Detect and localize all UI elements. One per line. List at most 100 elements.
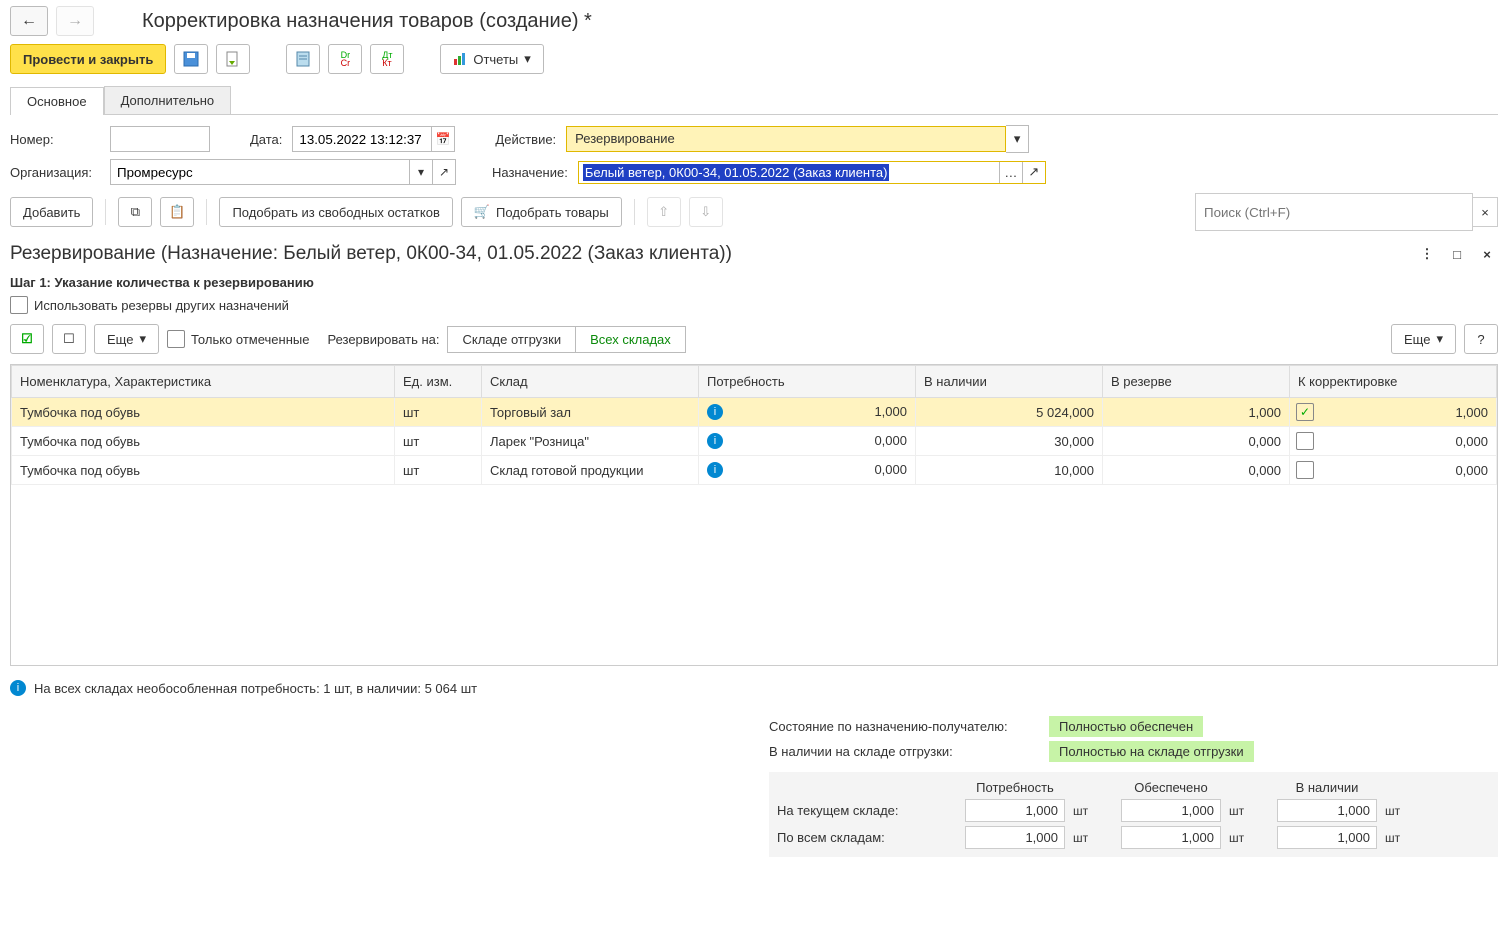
use-other-reserves-checkbox[interactable] — [10, 296, 28, 314]
col-correct[interactable]: К корректировке — [1290, 366, 1497, 398]
table-row[interactable]: Тумбочка под обувьштСклад готовой продук… — [12, 456, 1497, 485]
chevron-down-icon: ▾ — [524, 51, 531, 67]
dr-cr-button[interactable]: DrCr — [328, 44, 362, 74]
col-reserve[interactable]: В резерве — [1103, 366, 1290, 398]
calendar-icon[interactable]: 📅 — [432, 126, 455, 152]
add-button[interactable]: Добавить — [10, 197, 93, 227]
action-label: Действие: — [495, 132, 556, 147]
tab-extra[interactable]: Дополнительно — [104, 86, 232, 114]
dialog-maximize-icon[interactable]: □ — [1446, 243, 1468, 265]
info-icon[interactable]: i — [707, 404, 723, 420]
pick-free-button[interactable]: Подобрать из свободных остатков — [219, 197, 452, 227]
save-button[interactable] — [174, 44, 208, 74]
seg-all-warehouses[interactable]: Всех складах — [575, 326, 686, 353]
table-row[interactable]: Тумбочка под обувьштЛарек "Розница"i0,00… — [12, 427, 1497, 456]
move-down-button[interactable]: ⇩ — [689, 197, 723, 227]
dt-kt-button[interactable]: ДтКт — [370, 44, 404, 74]
date-input[interactable] — [292, 126, 432, 152]
reports-dropdown[interactable]: Отчеты ▾ — [440, 44, 543, 74]
more-button-2[interactable]: Еще ▾ — [1391, 324, 1456, 354]
check-all-icon: ☑ — [21, 331, 33, 347]
chevron-down-icon: ▾ — [139, 331, 146, 347]
move-up-button[interactable]: ⇧ — [647, 197, 681, 227]
cell-nomen: Тумбочка под обувь — [12, 456, 395, 485]
uncheck-all-icon: ☐ — [63, 331, 75, 347]
tab-main[interactable]: Основное — [10, 87, 104, 115]
cell-correct[interactable]: 0,000 — [1290, 427, 1497, 456]
post-and-close-button[interactable]: Провести и закрыть — [10, 44, 166, 74]
cell-nomen: Тумбочка под обувь — [12, 398, 395, 427]
status-label-2: В наличии на складе отгрузки: — [769, 744, 1049, 759]
chevron-down-icon: ▾ — [1436, 331, 1443, 347]
row-checkbox[interactable] — [1296, 432, 1314, 450]
col-avail[interactable]: В наличии — [916, 366, 1103, 398]
summary-need-1: 1,000 — [965, 826, 1065, 849]
org-input[interactable] — [110, 159, 410, 185]
dialog-close-icon[interactable]: × — [1476, 243, 1498, 265]
cell-need: i0,000 — [699, 427, 916, 456]
cell-warehouse: Склад готовой продукции — [482, 456, 699, 485]
col-need[interactable]: Потребность — [699, 366, 916, 398]
col-unit[interactable]: Ед. изм. — [395, 366, 482, 398]
org-open-icon[interactable]: ↗ — [433, 159, 456, 185]
clipboard-icon: 📋 — [169, 204, 185, 220]
assign-select-button[interactable]: … — [999, 162, 1022, 183]
dialog-title: Резервирование (Назначение: Белый ветер,… — [10, 243, 1408, 265]
cell-warehouse: Торговый зал — [482, 398, 699, 427]
dialog-more-icon[interactable]: ⋮ — [1416, 243, 1438, 265]
cell-unit: шт — [395, 398, 482, 427]
cell-correct[interactable]: 0,000 — [1290, 456, 1497, 485]
paste-button[interactable]: 📋 — [160, 197, 194, 227]
summary-hdr-need: Потребность — [965, 780, 1065, 795]
post-button[interactable] — [216, 44, 250, 74]
cell-avail: 5 024,000 — [916, 398, 1103, 427]
summary-avail-0: 1,000 — [1277, 799, 1377, 822]
reserve-on-label: Резервировать на: — [327, 332, 439, 347]
uncheck-all-button[interactable]: ☐ — [52, 324, 86, 354]
cell-need: i1,000 — [699, 398, 916, 427]
chart-icon — [453, 52, 467, 66]
info-icon[interactable]: i — [707, 462, 723, 478]
row-checkbox[interactable] — [1296, 461, 1314, 479]
search-clear-button[interactable]: × — [1473, 197, 1498, 227]
check-all-button[interactable]: ☑ — [10, 324, 44, 354]
summary-secured-1: 1,000 — [1121, 826, 1221, 849]
assign-label: Назначение: — [492, 165, 568, 180]
action-dropdown-toggle[interactable]: ▾ — [1006, 125, 1029, 153]
cell-reserve: 0,000 — [1103, 427, 1290, 456]
only-checked-checkbox[interactable] — [167, 330, 185, 348]
row-checkbox[interactable]: ✓ — [1296, 403, 1314, 421]
org-label: Организация: — [10, 165, 100, 180]
number-input[interactable] — [110, 126, 210, 152]
dtkt-icon: ДтКт — [382, 51, 392, 67]
copy-button[interactable]: ⧉ — [118, 197, 152, 227]
page-title: Корректировка назначения товаров (создан… — [142, 10, 592, 33]
search-input[interactable] — [1195, 193, 1473, 231]
report-button[interactable] — [286, 44, 320, 74]
nav-back-button[interactable]: ← — [10, 6, 48, 36]
cell-unit: шт — [395, 427, 482, 456]
cell-need: i0,000 — [699, 456, 916, 485]
info-icon[interactable]: i — [707, 433, 723, 449]
summary-row-label: На текущем складе: — [777, 803, 957, 818]
summary-secured-0: 1,000 — [1121, 799, 1221, 822]
col-nomen[interactable]: Номенклатура, Характеристика — [12, 366, 395, 398]
col-warehouse[interactable]: Склад — [482, 366, 699, 398]
cell-reserve: 0,000 — [1103, 456, 1290, 485]
cell-correct[interactable]: ✓1,000 — [1290, 398, 1497, 427]
report-icon — [295, 51, 311, 67]
assign-open-icon[interactable]: ↗ — [1022, 162, 1045, 183]
seg-ship-warehouse[interactable]: Складе отгрузки — [447, 326, 575, 353]
org-dropdown-toggle[interactable]: ▾ — [410, 159, 433, 185]
cell-avail: 10,000 — [916, 456, 1103, 485]
summary-unit: шт — [1073, 804, 1113, 818]
summary-hdr-avail: В наличии — [1277, 780, 1377, 795]
assign-input[interactable]: Белый ветер, 0К00-34, 01.05.2022 (Заказ … — [579, 162, 999, 183]
status-value-1: Полностью обеспечен — [1049, 716, 1203, 737]
help-button[interactable]: ? — [1464, 324, 1498, 354]
pick-goods-button[interactable]: 🛒 Подобрать товары — [461, 197, 622, 227]
table-row[interactable]: Тумбочка под обувьштТорговый залi1,0005 … — [12, 398, 1497, 427]
more-button-1[interactable]: Еще ▾ — [94, 324, 159, 354]
action-field[interactable]: Резервирование — [566, 126, 1006, 152]
nav-fwd-button[interactable]: → — [56, 6, 94, 36]
